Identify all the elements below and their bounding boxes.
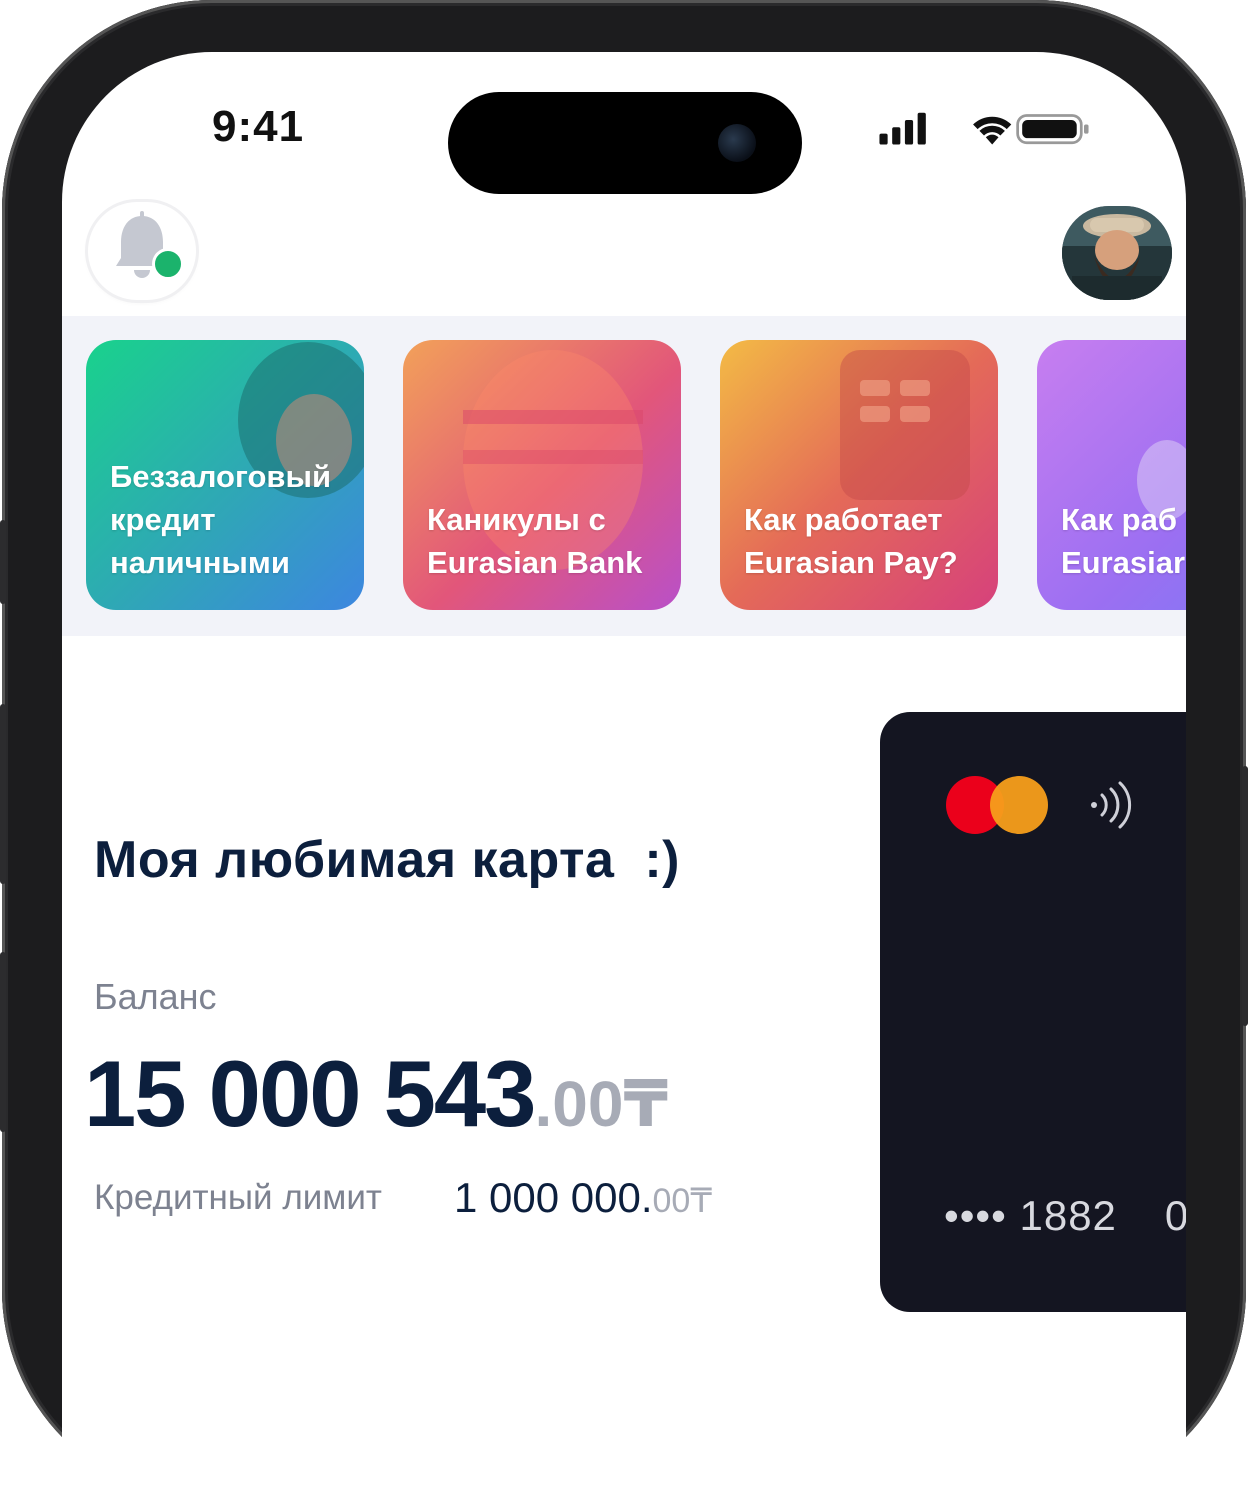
story-title: Как работает Eurasian Pay? <box>744 502 958 580</box>
story-card-credit[interactable]: Беззалоговый кредит наличными <box>86 340 364 610</box>
credit-limit-fraction: 00₸ <box>652 1182 712 1220</box>
card-masked-number: •••• 1882 0 <box>944 1192 1186 1240</box>
action-button[interactable] <box>0 520 6 604</box>
card-title: Моя любимая карта :) <box>94 831 680 889</box>
avatar[interactable] <box>1062 206 1172 300</box>
volume-up-button[interactable] <box>0 704 6 884</box>
story-title: Каникулы с Eurasian Bank <box>427 502 643 580</box>
balance-fraction: .00₸ <box>534 1068 668 1140</box>
story-title: Беззалоговый кредит наличными <box>110 459 332 580</box>
dynamic-island <box>448 92 802 194</box>
balance-main: 15 000 543 <box>84 1041 536 1146</box>
balance-label: Баланс <box>94 976 217 1017</box>
story-card-eurasian-pay[interactable]: Как работает Eurasian Pay? <box>720 340 998 610</box>
status-icons <box>879 112 1089 145</box>
card-trailing-fragment: 0 <box>1164 1192 1186 1239</box>
story-card-holidays[interactable]: Каникулы с Eurasian Bank <box>403 340 681 610</box>
notifications-button[interactable] <box>88 202 196 300</box>
story-card-partial[interactable]: Как раб Eurasiar <box>1037 340 1186 610</box>
power-button[interactable] <box>1242 766 1248 1026</box>
camera-icon <box>718 124 756 162</box>
cellular-signal-icon <box>879 112 926 145</box>
screen: 9:41 Беззалоговый кредит наличными Каник… <box>62 52 1186 1502</box>
stories-carousel[interactable]: Беззалоговый кредит наличными Каникулы с… <box>62 316 1186 636</box>
wifi-icon <box>973 116 1012 145</box>
mastercard-logo-icon-right <box>990 776 1048 834</box>
credit-limit-value: 1 000 000.00₸ <box>454 1174 712 1222</box>
story-title: Как раб Eurasiar <box>1061 502 1186 580</box>
battery-icon <box>1016 114 1089 145</box>
status-time: 9:41 <box>212 102 305 151</box>
credit-limit-main: 1 000 000. <box>454 1174 653 1221</box>
balance-value: 15 000 543.00₸ <box>84 1040 668 1148</box>
avatar-photo <box>1062 206 1172 300</box>
card-number-value: •••• 1882 <box>944 1192 1117 1239</box>
credit-limit-label: Кредитный лимит <box>94 1178 382 1217</box>
bell-icon <box>116 211 168 278</box>
bank-card[interactable]: •••• 1882 0 <box>880 712 1186 1312</box>
contactless-icon <box>1091 781 1132 829</box>
volume-down-button[interactable] <box>0 952 6 1132</box>
notification-dot <box>152 248 184 280</box>
